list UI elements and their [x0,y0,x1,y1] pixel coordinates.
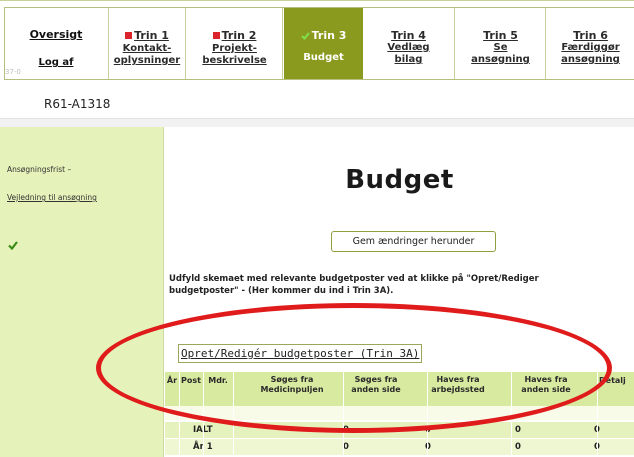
table-row-year1: År 1 0 0 0 0 [165,439,634,455]
column-divider [427,372,428,456]
tab-trin-3-line1: Budget [303,52,344,63]
application-deadline: Ansøgningsfrist – [7,165,72,174]
tab-trin-2-line1: Projekt- [212,43,257,54]
table-row-total: IALT 0 0 0 0 [165,422,634,438]
tab-trin-1-line2: oplysninger [113,55,181,66]
tab-trin-6-line2: ansøgning [561,54,620,65]
tab-trin-6-head: Trin 6 [573,29,608,42]
col-header-post: Post [181,376,201,385]
tab-trin-3-active[interactable]: Trin 3 Budget [284,8,363,79]
incomplete-icon [125,32,133,39]
page-title: Budget [345,165,454,195]
instruction-text: Udfyld skemaet med relevante budgetposte… [169,274,539,296]
col-header-details: Detalj [599,376,626,385]
tab-trin-5-head: Trin 5 [483,29,518,42]
cell-value: 0 [515,442,521,452]
column-divider [597,372,598,456]
table-empty-row [165,406,634,420]
logout-link[interactable]: Log af [4,57,108,68]
overview-link[interactable]: Oversigt [4,28,108,41]
edit-budget-items-link[interactable]: Opret/Redigér budgetposter (Trin 3A) [178,344,423,363]
column-divider [203,372,204,456]
column-divider [179,372,180,456]
col-header-year: År [166,376,178,385]
tab-trin-4-head: Trin 4 [391,29,426,42]
col-header-medicinpulje: Søges fra Medicinpuljen [260,375,324,394]
tab-trin-5[interactable]: Trin 5 Se ansøgning [456,8,546,79]
cell-value: 0 [515,425,521,435]
col-header-workplace: Haves fra arbejdssted [431,375,485,394]
tab-trin-1-head: Trin 1 [134,29,169,42]
tab-trin-1-line1: Kontakt- [122,43,172,54]
tab-trin-6[interactable]: Trin 6 Færdiggør ansøgning [547,8,634,79]
tab-trin-5-line2: ansøgning [471,54,530,65]
tab-trin-2[interactable]: Trin 2 Projekt- beskrivelse [187,8,283,79]
case-id: R61-A1318 [44,97,111,111]
step-navigation: Oversigt Log af 37-0 Trin 1 Kontakt- opl… [0,0,634,85]
tab-trin-2-head: Trin 2 [221,29,257,42]
guide-link[interactable]: Vejledning til ansøgning [7,193,97,202]
tab-trin-4-line1: Vedlæg [387,42,430,53]
col-header-other-side: Søges fra anden side [351,375,401,394]
column-divider [511,372,512,456]
column-divider [343,372,344,456]
tab-trin-6-line1: Færdiggør [561,42,620,53]
section-separator [0,118,634,127]
col-header-have-other: Haves fra anden side [521,375,571,394]
tab-trin-1[interactable]: Trin 1 Kontakt- oplysninger [109,8,186,79]
green-check-icon [8,235,18,254]
tab-trin-5-line1: Se [493,42,508,53]
sidebar: Ansøgningsfrist – Vejledning til ansøgni… [0,127,164,457]
check-icon [300,32,310,40]
tab-trin-4-line2: bilag [394,54,423,65]
column-divider [233,372,234,456]
nav-overview-cell: Oversigt Log af 37-0 [4,8,108,79]
col-header-months: Mdr. [208,376,228,385]
table-header: År Post Mdr. Søges fra Medicinpuljen Søg… [165,372,634,406]
save-changes-button[interactable]: Gem ændringer herunder [331,231,496,252]
overview-code: 37-0 [5,68,21,76]
incomplete-icon [212,32,220,39]
tab-trin-4[interactable]: Trin 4 Vedlæg bilag [363,8,455,79]
tab-trin-2-line2: beskrivelse [202,55,267,66]
main-content: Budget Gem ændringer herunder Udfyld ske… [165,127,634,457]
tab-trin-3-head: Trin 3 [311,29,347,42]
